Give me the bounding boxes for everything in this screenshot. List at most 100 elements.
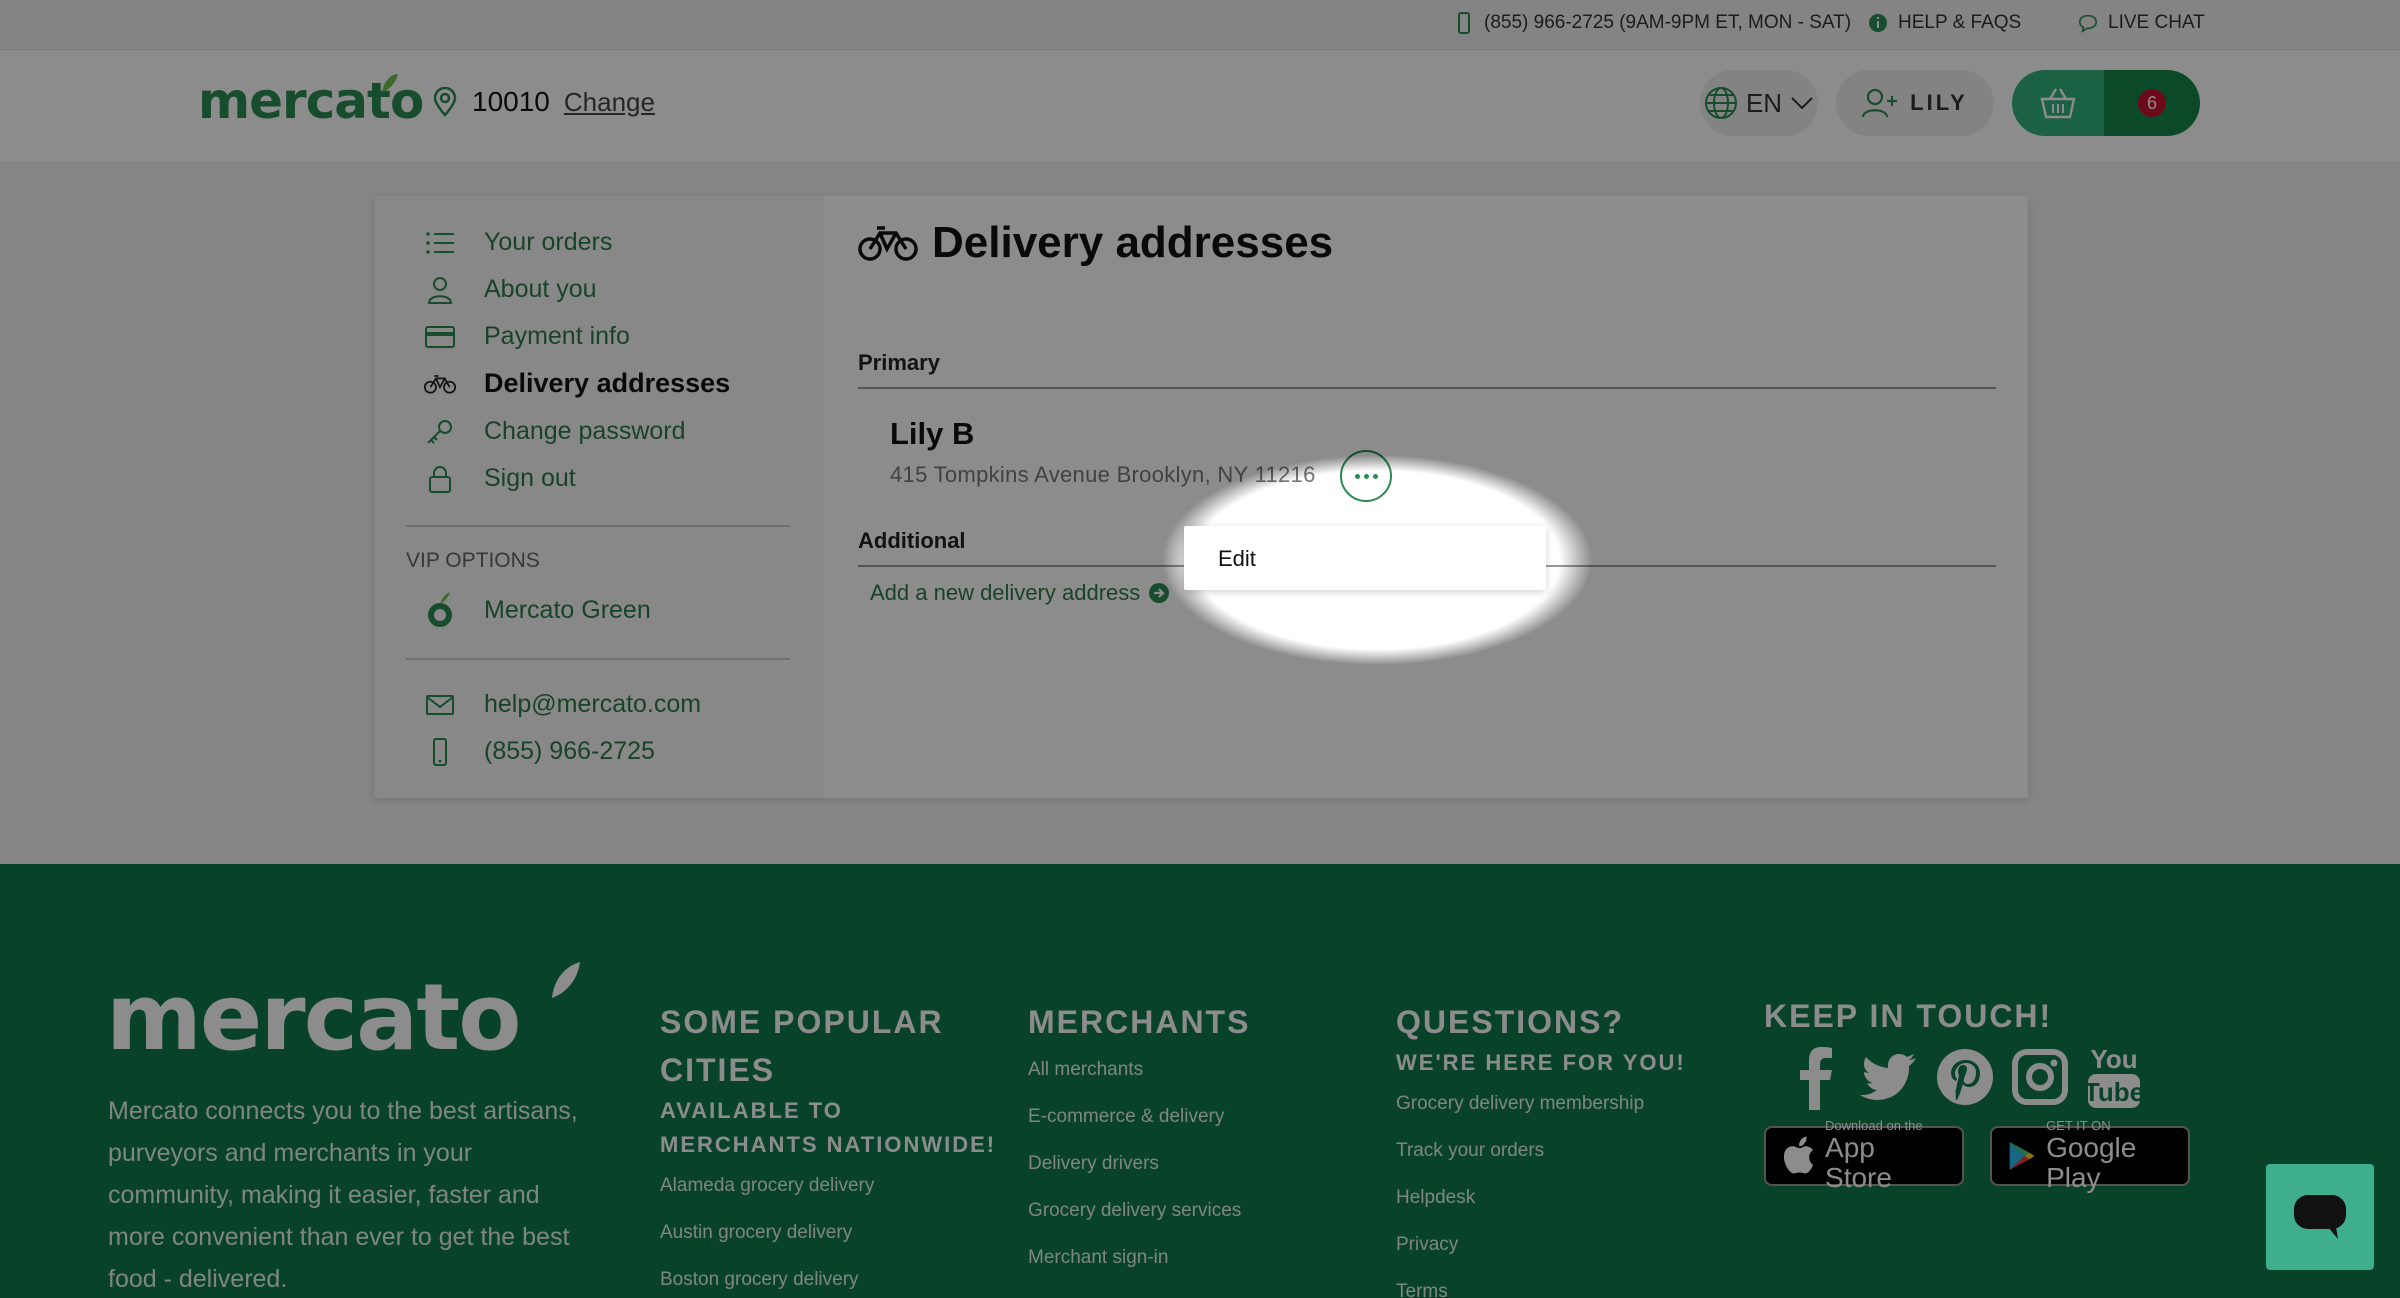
merchant-link[interactable]: Grocery delivery services: [1028, 1187, 1368, 1234]
apple-icon: [1783, 1136, 1814, 1174]
address-options-button[interactable]: [1340, 450, 1392, 502]
chat-icon: [2294, 1195, 2346, 1239]
basket-icon: [2040, 88, 2076, 119]
facebook-icon[interactable]: [1790, 1044, 1840, 1110]
sidebar-phone-link[interactable]: (855) 966-2725: [424, 737, 655, 766]
pinterest-icon[interactable]: [1936, 1048, 1994, 1106]
sidebar-item-label: Mercato Green: [484, 595, 651, 624]
merchant-link[interactable]: E-commerce & delivery: [1028, 1093, 1368, 1140]
live-chat-link[interactable]: LIVE CHAT: [2078, 12, 2205, 34]
zip-code: 10010: [472, 86, 550, 117]
language-code: EN: [1745, 87, 1783, 118]
city-link[interactable]: Austin grocery delivery: [660, 1209, 1000, 1256]
mobile-phone-icon: [433, 737, 447, 766]
help-link[interactable]: Grocery delivery membership: [1396, 1080, 1736, 1127]
language-selector[interactable]: EN: [1700, 70, 1818, 136]
address-line: 415 Tompkins Avenue Brooklyn, NY 11216: [890, 462, 1316, 487]
footer-questions-column: QUESTIONS? WE'RE HERE FOR YOU! Grocery d…: [1396, 998, 1736, 1298]
user-icon: [427, 276, 453, 304]
app-store-big-text: App Store: [1825, 1132, 1892, 1193]
sidebar-item-label: Your orders: [484, 228, 613, 256]
merchant-link[interactable]: Delivery drivers: [1028, 1140, 1368, 1187]
footer-logo[interactable]: mercato: [106, 964, 521, 1071]
edit-address-option[interactable]: Edit: [1218, 546, 1256, 572]
account-sidebar: Your orders About you Payment info Deliv…: [374, 196, 824, 798]
info-icon: [1869, 14, 1887, 32]
sidebar-item-label: Payment info: [484, 322, 630, 350]
twitter-icon[interactable]: [1858, 1052, 1918, 1102]
add-user-icon: [1862, 88, 1898, 118]
address-name: Lily B: [890, 416, 975, 451]
address-options-menu: Edit: [1184, 526, 1546, 590]
help-link[interactable]: HELP & FAQS: [1868, 12, 2021, 34]
phone-link[interactable]: (855) 966-2725 (9AM-9PM ET, MON - SAT): [1454, 12, 1851, 34]
touch-heading: KEEP IN TOUCH!: [1764, 998, 2053, 1034]
footer-cities-column: SOME POPULAR CITIES AVAILABLE TO MERCHAN…: [660, 998, 1000, 1298]
google-play-big-text: Google Play: [2046, 1132, 2137, 1193]
sidebar-item-delivery-addresses[interactable]: Delivery addresses: [424, 368, 730, 399]
lock-icon: [429, 465, 451, 493]
help-text: HELP & FAQS: [1898, 12, 2022, 33]
cities-heading: SOME POPULAR CITIES: [660, 1004, 944, 1088]
key-icon: [427, 419, 452, 444]
dot: [1372, 473, 1378, 479]
mobile-phone-icon: [1458, 12, 1470, 34]
sidebar-item-label: About you: [484, 275, 597, 303]
sidebar-item-label: Change password: [484, 417, 686, 445]
add-address-text: Add a new delivery address: [870, 580, 1141, 605]
google-play-button[interactable]: GET IT ON Google Play: [1990, 1119, 2190, 1193]
additional-section-label: Additional: [858, 528, 966, 553]
globe-icon: [1704, 87, 1737, 119]
merchant-link[interactable]: All merchants: [1028, 1046, 1368, 1093]
questions-subheading: WE'RE HERE FOR YOU!: [1396, 1050, 1686, 1075]
site-footer: mercato Mercato connects you to the best…: [0, 864, 2400, 1298]
location-pin-icon: [433, 87, 457, 117]
merchant-link[interactable]: Merchant sign-in: [1028, 1234, 1368, 1281]
site-header: mercato 10010 Change EN LILY 6: [0, 50, 2400, 162]
footer-description: Mercato connects you to the best artisan…: [108, 1097, 578, 1293]
add-address-link[interactable]: Add a new delivery address: [870, 580, 1170, 606]
google-play-small-text: GET IT ON: [2046, 1118, 2111, 1133]
city-link[interactable]: Boston grocery delivery: [660, 1256, 1000, 1298]
phone-text: (855) 966-2725 (9AM-9PM ET, MON - SAT): [1484, 12, 1852, 33]
chat-bubble-icon: [2078, 14, 2098, 33]
bike-icon: [424, 374, 456, 394]
leaf-icon: [382, 74, 398, 92]
sidebar-divider: [406, 658, 790, 660]
account-card: Your orders About you Payment info Deliv…: [374, 196, 2028, 798]
city-link[interactable]: Alameda grocery delivery: [660, 1162, 1000, 1209]
sidebar-item-change-password[interactable]: Change password: [424, 417, 686, 446]
envelope-icon: [426, 694, 454, 715]
sidebar-item-label: Delivery addresses: [484, 368, 731, 398]
app-store-button[interactable]: Download on the App Store: [1764, 1119, 1964, 1193]
page-title-text: Delivery addresses: [932, 218, 1334, 267]
help-link[interactable]: Privacy: [1396, 1221, 1736, 1268]
sidebar-item-orders[interactable]: Your orders: [424, 228, 612, 257]
leaf-icon: [552, 962, 580, 998]
sidebar-item-mercato-green[interactable]: Mercato Green: [424, 590, 651, 630]
bike-icon: [858, 226, 918, 261]
help-link[interactable]: Track your orders: [1396, 1127, 1736, 1174]
sidebar-email-link[interactable]: help@mercato.com: [424, 690, 701, 719]
svg-text:Tube: Tube: [2086, 1077, 2142, 1107]
app-store-small-text: Download on the: [1825, 1118, 1923, 1133]
vip-options-label: VIP OPTIONS: [406, 549, 540, 572]
account-button[interactable]: LILY: [1836, 70, 1994, 136]
instagram-icon[interactable]: [2012, 1049, 2068, 1105]
sidebar-email-text: help@mercato.com: [484, 690, 702, 718]
chat-widget-button[interactable]: [2266, 1164, 2374, 1270]
cart-count-badge: 6: [2138, 89, 2166, 117]
social-links: You Tube: [1790, 1044, 2142, 1110]
dot: [1363, 473, 1369, 479]
help-link[interactable]: Terms: [1396, 1268, 1736, 1298]
primary-section-label: Primary: [858, 350, 940, 375]
footer-touch-column: KEEP IN TOUCH!: [1764, 992, 2204, 1040]
cart-button[interactable]: 6: [2012, 70, 2200, 136]
sidebar-item-sign-out[interactable]: Sign out: [424, 464, 576, 493]
change-zip-link[interactable]: Change: [564, 87, 655, 118]
help-link[interactable]: Helpdesk: [1396, 1174, 1736, 1221]
sidebar-item-payment[interactable]: Payment info: [424, 322, 630, 351]
utility-bar: (855) 966-2725 (9AM-9PM ET, MON - SAT) H…: [0, 0, 2400, 50]
youtube-icon[interactable]: YouTube: [2086, 1044, 2142, 1110]
sidebar-item-about[interactable]: About you: [424, 275, 597, 304]
